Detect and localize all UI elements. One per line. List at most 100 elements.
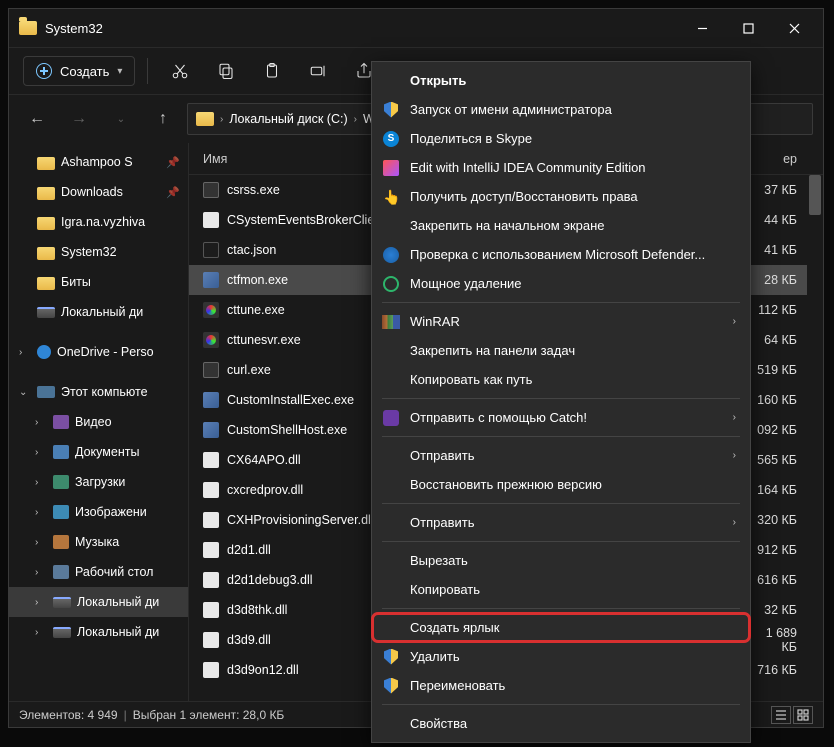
menu-label: Поделиться в Skype: [410, 131, 532, 146]
folder-icon: [37, 277, 55, 290]
maximize-button[interactable]: [725, 12, 771, 44]
menu-item[interactable]: Удалить: [372, 642, 750, 671]
close-button[interactable]: [771, 12, 817, 44]
menu-icon: [382, 552, 400, 570]
recent-button[interactable]: ⌄: [103, 101, 139, 137]
menu-item[interactable]: Поделиться в Skype: [372, 124, 750, 153]
file-icon: [203, 212, 219, 228]
menu-item[interactable]: Закрепить на панели задач: [372, 336, 750, 365]
menu-item[interactable]: Открыть: [372, 66, 750, 95]
tree-item[interactable]: Downloads📌: [9, 177, 188, 207]
file-icon: [203, 362, 219, 378]
menu-label: Закрепить на панели задач: [410, 343, 575, 358]
submenu-arrow-icon: ›: [733, 316, 736, 327]
nav-tree: Ashampoo S 📌 Downloads📌Igra.na.vyzhiva Syst…: [9, 143, 189, 701]
tree-label: Этот компьюте: [61, 385, 148, 399]
new-button[interactable]: Создать ▾: [23, 56, 135, 86]
address-segment[interactable]: Локальный диск (C:): [229, 112, 347, 126]
menu-item[interactable]: 👆Получить доступ/Восстановить права: [372, 182, 750, 211]
view-grid-button[interactable]: [793, 706, 813, 724]
file-icon: [203, 272, 219, 288]
folder-icon: [19, 21, 37, 35]
minimize-button[interactable]: [679, 12, 725, 44]
scroll-thumb[interactable]: [809, 175, 821, 215]
desk-icon: [53, 565, 69, 579]
menu-item[interactable]: Восстановить прежнюю версию: [372, 470, 750, 499]
tree-item[interactable]: ›Музыка: [9, 527, 188, 557]
chevron-icon: ›: [220, 114, 223, 125]
col-size[interactable]: ер: [749, 152, 823, 166]
menu-item[interactable]: Проверка с использованием Microsoft Defe…: [372, 240, 750, 269]
menu-item[interactable]: Свойства: [372, 709, 750, 738]
dl-icon: [53, 475, 69, 489]
pin-icon: 📌: [166, 156, 180, 169]
menu-item[interactable]: Запуск от имени администратора: [372, 95, 750, 124]
submenu-arrow-icon: ›: [733, 450, 736, 461]
tree-label: System32: [61, 245, 117, 259]
drive-icon: [53, 597, 71, 608]
tree-item[interactable]: System32: [9, 237, 188, 267]
menu-label: Вырезать: [410, 553, 468, 568]
up-button[interactable]: ↑: [145, 101, 181, 137]
tree-item[interactable]: ›Локальный ди: [9, 587, 188, 617]
tree-item[interactable]: ›Рабочий стол: [9, 557, 188, 587]
cloud-icon: [37, 345, 51, 359]
file-name: d3d9on12.dll: [227, 663, 299, 677]
menu-item[interactable]: Мощное удаление: [372, 269, 750, 298]
tree-label: Ashampoo S: [61, 155, 133, 169]
file-name: curl.exe: [227, 363, 271, 377]
menu-icon: [382, 159, 400, 177]
back-button[interactable]: ←: [19, 101, 55, 137]
tree-item[interactable]: ⌄Этот компьюте: [9, 377, 188, 407]
menu-item[interactable]: Отправить с помощью Catch!›: [372, 403, 750, 432]
menu-item[interactable]: Переименовать: [372, 671, 750, 700]
forward-button[interactable]: →: [61, 101, 97, 137]
file-icon: [203, 482, 219, 498]
tree-item[interactable]: ›OneDrive - Perso: [9, 337, 188, 367]
menu-item[interactable]: WinRAR›: [372, 307, 750, 336]
pc-icon: [37, 386, 55, 398]
menu-icon: [382, 715, 400, 733]
tree-label: Изображени: [75, 505, 147, 519]
tree-item[interactable]: ›Видео: [9, 407, 188, 437]
file-name: d3d8thk.dll: [227, 603, 287, 617]
tree-item[interactable]: Ashampoo S 📌: [9, 147, 188, 177]
tree-label: OneDrive - Perso: [57, 345, 154, 359]
menu-item[interactable]: Отправить›: [372, 508, 750, 537]
menu-item[interactable]: Закрепить на начальном экране: [372, 211, 750, 240]
file-icon: [203, 602, 219, 618]
file-name: d2d1debug3.dll: [227, 573, 313, 587]
file-icon: [203, 542, 219, 558]
tree-item[interactable]: ›Документы: [9, 437, 188, 467]
menu-item[interactable]: Копировать как путь: [372, 365, 750, 394]
menu-item[interactable]: Создать ярлык: [372, 613, 750, 642]
music-icon: [53, 535, 69, 549]
file-icon: [203, 452, 219, 468]
copy-button[interactable]: [206, 53, 246, 89]
drive-icon: [37, 307, 55, 318]
tree-item[interactable]: ›Изображени: [9, 497, 188, 527]
menu-label: Переименовать: [410, 678, 505, 693]
menu-item[interactable]: Копировать: [372, 575, 750, 604]
paste-button[interactable]: [252, 53, 292, 89]
menu-icon: [382, 342, 400, 360]
scrollbar[interactable]: [807, 175, 823, 701]
menu-label: Получить доступ/Восстановить права: [410, 189, 638, 204]
menu-item[interactable]: Edit with IntelliJ IDEA Community Editio…: [372, 153, 750, 182]
item-count: Элементов: 4 949: [19, 708, 118, 722]
rename-button[interactable]: [298, 53, 338, 89]
tree-item[interactable]: Локальный ди: [9, 297, 188, 327]
menu-item[interactable]: Вырезать: [372, 546, 750, 575]
menu-icon: [382, 217, 400, 235]
tree-item[interactable]: ›Локальный ди: [9, 617, 188, 647]
menu-item[interactable]: Отправить›: [372, 441, 750, 470]
menu-icon: [382, 275, 400, 293]
tree-item[interactable]: Igra.na.vyzhiva: [9, 207, 188, 237]
cut-button[interactable]: [160, 53, 200, 89]
view-list-button[interactable]: [771, 706, 791, 724]
tree-label: Музыка: [75, 535, 119, 549]
plus-icon: [36, 63, 52, 79]
file-name: d3d9.dll: [227, 633, 271, 647]
tree-item[interactable]: Биты: [9, 267, 188, 297]
tree-item[interactable]: ›Загрузки: [9, 467, 188, 497]
